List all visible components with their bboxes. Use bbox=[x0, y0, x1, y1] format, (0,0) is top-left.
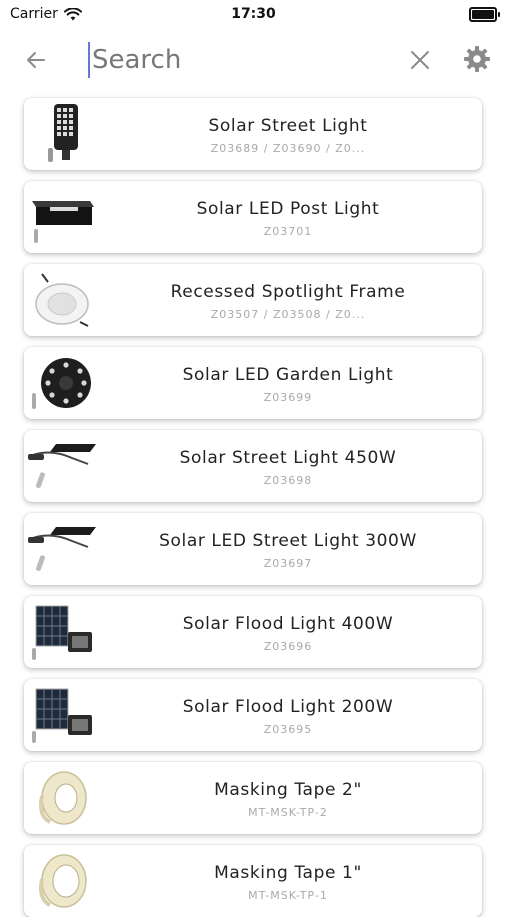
product-card[interactable]: Solar LED Post Light Z03701 bbox=[24, 181, 482, 253]
product-card[interactable]: Masking Tape 2" MT-MSK-TP-2 bbox=[24, 762, 482, 834]
product-card[interactable]: Recessed Spotlight Frame Z03507 / Z03508… bbox=[24, 264, 482, 336]
search-input[interactable] bbox=[88, 42, 392, 78]
arrow-left-icon[interactable] bbox=[22, 46, 50, 74]
product-title: Solar LED Garden Light bbox=[182, 365, 394, 385]
product-card[interactable]: Solar Flood Light 400W Z03696 bbox=[24, 596, 482, 668]
product-title: Solar LED Post Light bbox=[196, 199, 380, 219]
product-title: Solar Street Light bbox=[208, 116, 368, 136]
product-title: Masking Tape 1" bbox=[214, 863, 362, 883]
product-code: Z03699 bbox=[263, 391, 313, 404]
product-title: Solar Street Light 450W bbox=[179, 448, 397, 468]
product-card[interactable]: Solar LED Street Light 300W Z03697 bbox=[24, 513, 482, 585]
gear-icon[interactable] bbox=[462, 44, 492, 74]
product-title: Solar Flood Light 200W bbox=[182, 697, 394, 717]
product-code: Z03696 bbox=[263, 640, 313, 653]
product-title: Recessed Spotlight Frame bbox=[170, 282, 406, 302]
spotlight-frame-image bbox=[35, 273, 89, 327]
product-card[interactable]: Solar Flood Light 200W Z03695 bbox=[24, 679, 482, 751]
product-card[interactable]: Solar LED Garden Light Z03699 bbox=[24, 347, 482, 419]
product-code: Z03698 bbox=[263, 474, 313, 487]
close-icon[interactable] bbox=[406, 46, 434, 74]
solar-street-light-image bbox=[48, 104, 78, 162]
product-code: Z03701 bbox=[263, 225, 313, 238]
status-time: 17:30 bbox=[231, 6, 276, 22]
street-light-panel-image bbox=[28, 527, 96, 571]
product-title: Solar LED Street Light 300W bbox=[159, 531, 417, 551]
product-code: Z03697 bbox=[263, 557, 313, 570]
product-card[interactable]: Masking Tape 1" MT-MSK-TP-1 bbox=[24, 845, 482, 917]
product-code: Z03695 bbox=[263, 723, 313, 736]
product-title: Solar Flood Light 400W bbox=[182, 614, 394, 634]
flood-light-image bbox=[32, 605, 92, 660]
product-code: MT-MSK-TP-1 bbox=[248, 889, 328, 902]
product-card[interactable]: Solar Street Light 450W Z03698 bbox=[24, 430, 482, 502]
post-light-image bbox=[32, 201, 94, 243]
product-card[interactable]: Solar Street Light Z03689 / Z03690 / Z0.… bbox=[24, 98, 482, 170]
product-code: Z03689 / Z03690 / Z0... bbox=[210, 142, 366, 155]
search-bar bbox=[0, 38, 507, 84]
garden-light-image bbox=[32, 358, 91, 409]
flood-light-image bbox=[32, 688, 92, 743]
product-code: MT-MSK-TP-2 bbox=[248, 806, 328, 819]
street-light-panel-image bbox=[28, 444, 96, 488]
product-code: Z03507 / Z03508 / Z0... bbox=[210, 308, 366, 321]
status-bar: Carrier 17:30 bbox=[0, 0, 507, 28]
masking-tape-image bbox=[39, 771, 87, 825]
product-title: Masking Tape 2" bbox=[214, 780, 362, 800]
masking-tape-image bbox=[39, 854, 87, 908]
battery-icon bbox=[469, 7, 500, 22]
